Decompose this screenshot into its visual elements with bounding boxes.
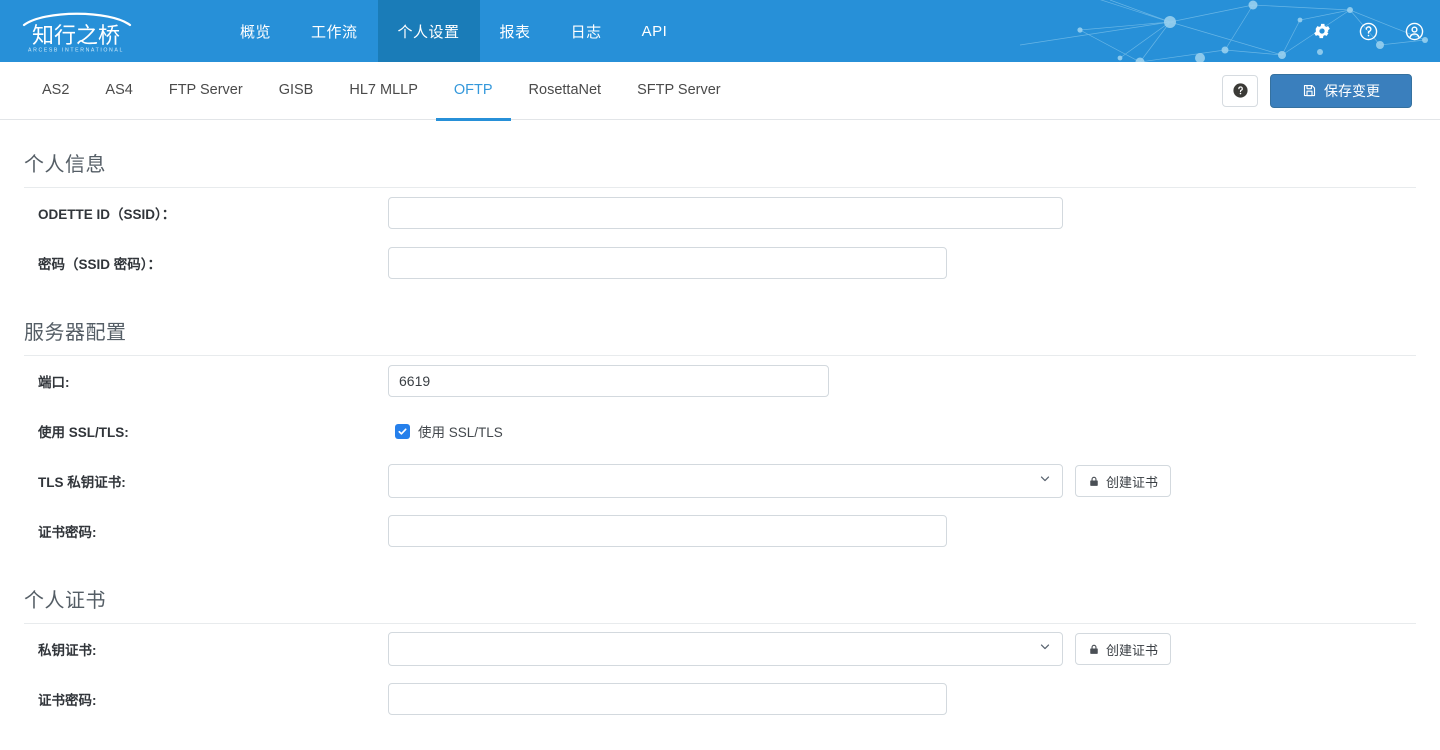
check-icon	[397, 426, 408, 437]
tab-label: GISB	[279, 82, 314, 98]
control-odette-id	[388, 197, 1416, 229]
tab-rosettanet[interactable]: RosettaNet	[511, 62, 620, 121]
brand-logo[interactable]: 知行之桥 ARCESB INTERNATIONAL	[0, 0, 220, 62]
control-tls-private-key-cert: 创建证书	[388, 464, 1416, 498]
nav-item-logs[interactable]: 日志	[551, 0, 622, 62]
save-button-label: 保存变更	[1324, 81, 1380, 101]
nav-label: 日志	[571, 21, 602, 42]
tab-label: SFTP Server	[637, 82, 721, 98]
label-use-ssl: 使用 SSL/TLS:	[24, 421, 388, 441]
use-ssl-checkbox-label[interactable]: 使用 SSL/TLS	[418, 421, 503, 441]
label-port: 端口:	[24, 371, 388, 391]
private-key-select-wrapper	[388, 632, 1063, 666]
create-tls-certificate-label: 创建证书	[1106, 472, 1158, 491]
section-title-profile: 个人信息	[24, 148, 1416, 188]
nav-label: 个人设置	[398, 21, 460, 42]
tab-oftp[interactable]: OFTP	[436, 62, 511, 121]
tab-as2[interactable]: AS2	[24, 62, 87, 121]
port-input[interactable]	[388, 365, 829, 397]
label-personal-cert-password: 证书密码:	[24, 689, 388, 709]
tab-label: AS2	[42, 82, 69, 98]
tls-cert-password-input[interactable]	[388, 515, 947, 547]
field-row-private-key-cert: 私钥证书: 创建证书	[24, 624, 1416, 674]
tab-hl7-mllp[interactable]: HL7 MLLP	[331, 62, 436, 121]
control-ssid-password	[388, 247, 1416, 279]
field-row-tls-private-key-cert: TLS 私钥证书: 创建证书	[24, 456, 1416, 506]
ssid-password-input[interactable]	[388, 247, 947, 279]
protocol-tabstrip: AS2 AS4 FTP Server GISB HL7 MLLP OFTP Ro…	[0, 62, 1440, 120]
private-key-select[interactable]	[388, 632, 1063, 666]
label-odette-id: ODETTE ID（SSID）：	[24, 203, 388, 223]
protocol-tabs: AS2 AS4 FTP Server GISB HL7 MLLP OFTP Ro…	[24, 62, 739, 120]
nav-item-workflow[interactable]: 工作流	[291, 0, 378, 62]
tls-cert-select[interactable]	[388, 464, 1063, 498]
tabstrip-actions: 保存变更	[1222, 74, 1412, 108]
save-changes-button[interactable]: 保存变更	[1270, 74, 1412, 108]
tab-gisb[interactable]: GISB	[261, 62, 332, 121]
field-row-odette-id: ODETTE ID（SSID）：	[24, 188, 1416, 238]
use-ssl-checkbox-row[interactable]: 使用 SSL/TLS	[388, 421, 503, 441]
section-title-personal-cert: 个人证书	[24, 584, 1416, 624]
nav-label: 工作流	[311, 21, 358, 42]
logo-mark: 知行之桥 ARCESB INTERNATIONAL	[18, 9, 136, 53]
label-tls-cert-password: 证书密码:	[24, 521, 388, 541]
user-circle-icon[interactable]	[1402, 19, 1426, 43]
personal-cert-password-input[interactable]	[388, 683, 947, 715]
create-tls-certificate-button[interactable]: 创建证书	[1075, 465, 1171, 497]
control-use-ssl: 使用 SSL/TLS	[388, 421, 1416, 441]
brand-name-en: ARCESB INTERNATIONAL	[28, 48, 124, 54]
odette-id-input[interactable]	[388, 197, 1063, 229]
gear-icon[interactable]	[1310, 19, 1334, 43]
page-help-button[interactable]	[1222, 75, 1258, 107]
tab-ftp-server[interactable]: FTP Server	[151, 62, 261, 121]
control-port	[388, 365, 1416, 397]
label-ssid-password: 密码（SSID 密码）：	[24, 253, 388, 273]
tab-label: OFTP	[454, 82, 493, 98]
help-circle-icon[interactable]	[1356, 19, 1380, 43]
field-row-port: 端口:	[24, 356, 1416, 406]
save-disk-icon	[1302, 83, 1317, 98]
tab-label: FTP Server	[169, 82, 243, 98]
nav-item-overview[interactable]: 概览	[220, 0, 291, 62]
field-row-personal-cert-password: 证书密码:	[24, 674, 1416, 724]
top-header: 知行之桥 ARCESB INTERNATIONAL 概览 工作流 个人设置 报表…	[0, 0, 1440, 62]
nav-label: 报表	[500, 21, 531, 42]
create-personal-certificate-button[interactable]: 创建证书	[1075, 633, 1171, 665]
tls-cert-select-wrapper	[388, 464, 1063, 498]
control-private-key-cert: 创建证书	[388, 632, 1416, 666]
label-tls-private-key-cert: TLS 私钥证书:	[24, 471, 388, 491]
header-actions	[1310, 0, 1426, 62]
nav-label: 概览	[240, 21, 271, 42]
tab-sftp-server[interactable]: SFTP Server	[619, 62, 739, 121]
nav-item-reports[interactable]: 报表	[480, 0, 551, 62]
nav-label: API	[642, 23, 668, 40]
tab-label: RosettaNet	[529, 82, 602, 98]
tab-label: HL7 MLLP	[349, 82, 418, 98]
brand-name-cn: 知行之桥	[32, 24, 120, 49]
nav-item-profile-settings[interactable]: 个人设置	[378, 0, 480, 62]
nav-item-api[interactable]: API	[622, 0, 688, 62]
use-ssl-checkbox[interactable]	[395, 424, 410, 439]
main-navigation: 概览 工作流 个人设置 报表 日志 API	[220, 0, 687, 62]
oftp-settings-content: 个人信息 ODETTE ID（SSID）： 密码（SSID 密码）： 服务器配置…	[0, 148, 1440, 724]
tab-label: AS4	[105, 82, 132, 98]
create-personal-certificate-label: 创建证书	[1106, 640, 1158, 659]
control-tls-cert-password	[388, 515, 1416, 547]
lock-icon	[1088, 643, 1100, 656]
control-personal-cert-password	[388, 683, 1416, 715]
lock-icon	[1088, 475, 1100, 488]
section-title-server: 服务器配置	[24, 316, 1416, 356]
field-row-use-ssl: 使用 SSL/TLS: 使用 SSL/TLS	[24, 406, 1416, 456]
tab-as4[interactable]: AS4	[87, 62, 150, 121]
help-circle-icon	[1232, 82, 1249, 99]
label-private-key-cert: 私钥证书:	[24, 639, 388, 659]
field-row-tls-cert-password: 证书密码:	[24, 506, 1416, 556]
field-row-ssid-password: 密码（SSID 密码）：	[24, 238, 1416, 288]
